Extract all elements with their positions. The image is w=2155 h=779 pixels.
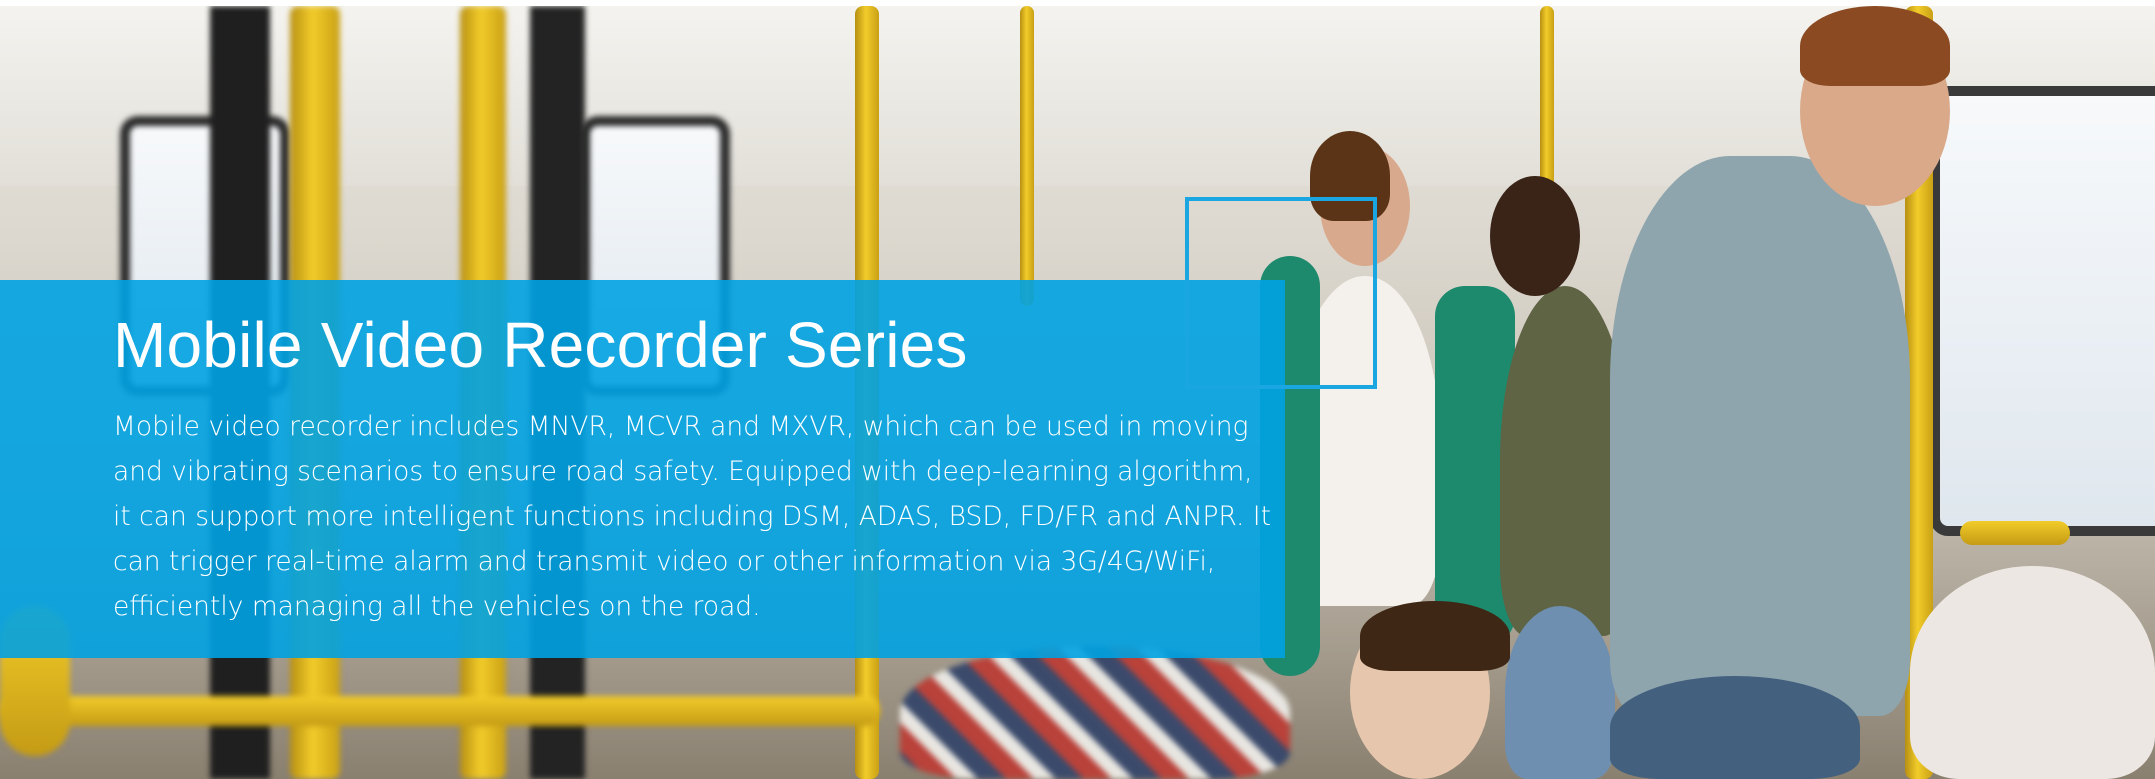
seat-rail — [1960, 521, 2070, 545]
passenger-man-jeans — [1610, 676, 1860, 779]
seat-rail — [0, 696, 880, 726]
passenger-child-hair — [1360, 601, 1510, 671]
face-detection-frame — [1185, 197, 1377, 389]
pole — [1020, 6, 1034, 306]
passenger-girl-jeans — [1505, 606, 1615, 779]
seated-passenger-right — [1910, 566, 2155, 779]
bus-window-right — [1930, 86, 2155, 536]
passenger-man — [1610, 156, 1910, 716]
passenger-man-hair — [1800, 6, 1950, 86]
seated-passenger — [900, 646, 1290, 779]
banner-title: Mobile Video Recorder Series — [113, 309, 968, 381]
passenger-girl-head — [1490, 176, 1580, 296]
banner-description: Mobile video recorder includes MNVR, MCV… — [113, 411, 1272, 622]
